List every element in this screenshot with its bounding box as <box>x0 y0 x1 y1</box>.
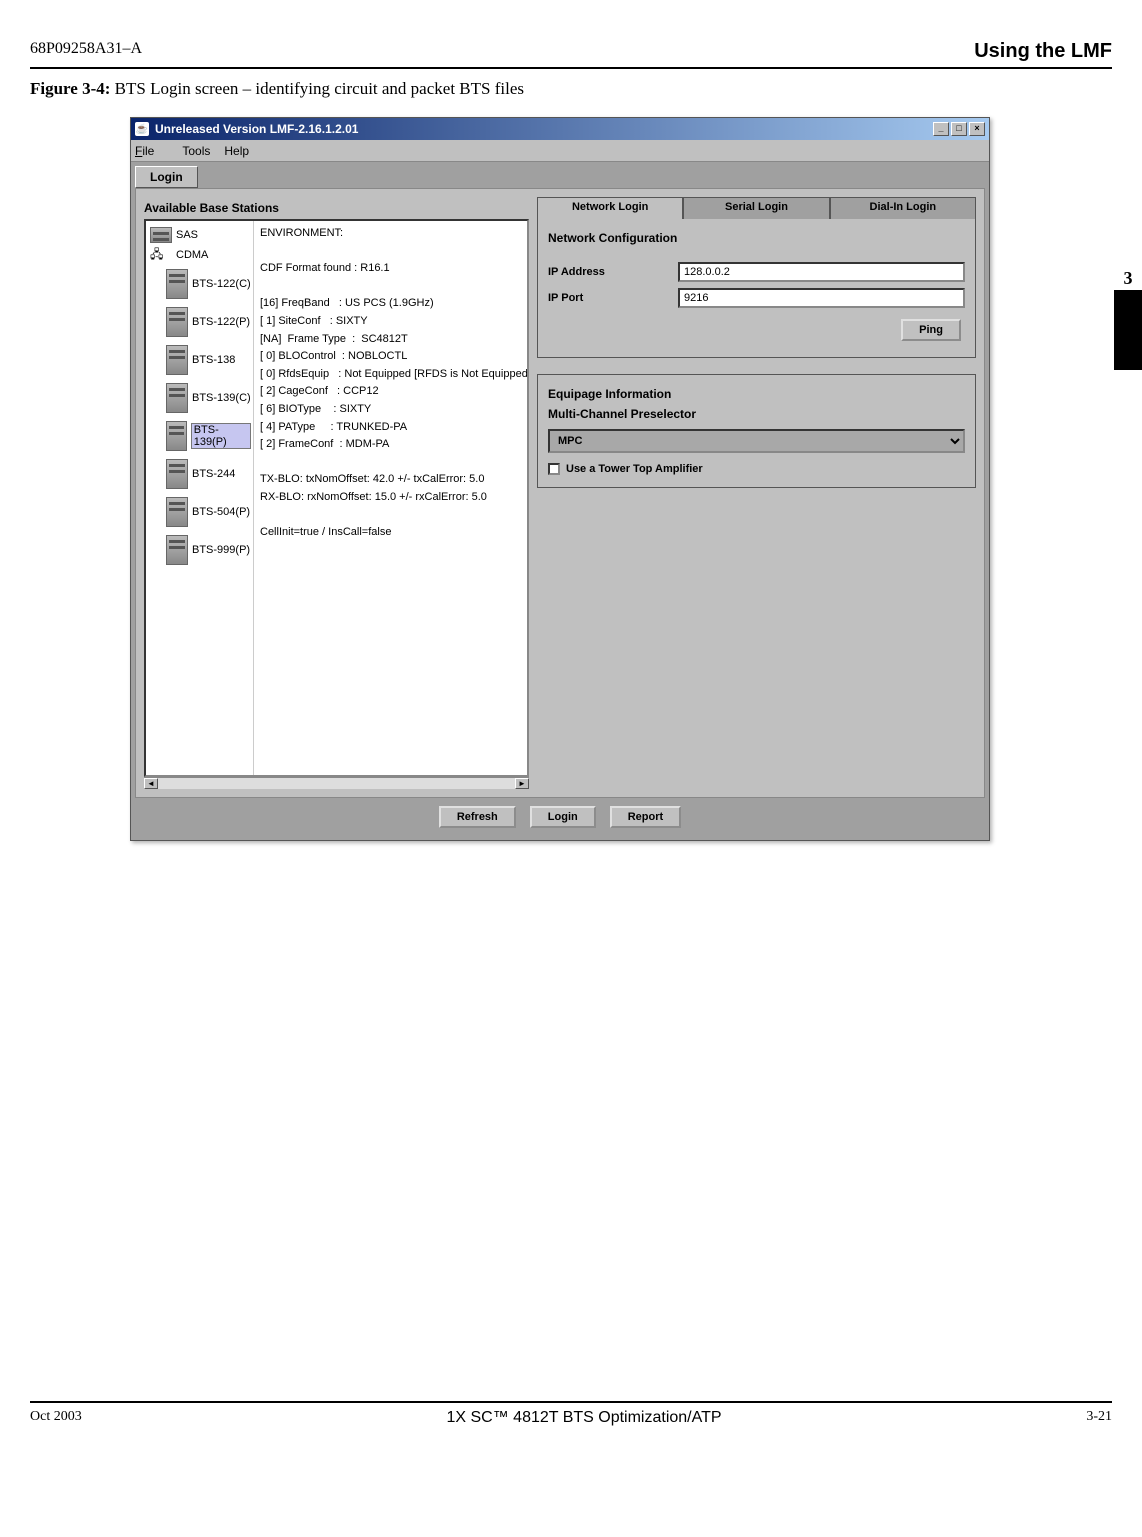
doc-id: 68P09258A31–A <box>30 40 142 63</box>
ip-address-input[interactable] <box>678 262 965 282</box>
bts-icon <box>166 307 188 337</box>
bts-icon <box>166 345 188 375</box>
login-button[interactable]: Login <box>530 806 596 828</box>
bts-icon <box>166 535 188 565</box>
screenshot-window: ☕ Unreleased Version LMF-2.16.1.2.01 _ □… <box>130 117 990 841</box>
java-icon: ☕ <box>135 122 149 136</box>
environment-text: ENVIRONMENT: CDF Format found : R16.1 [1… <box>254 221 527 775</box>
tree-item-selected[interactable]: BTS-139(P) <box>191 423 251 449</box>
window-titlebar: ☕ Unreleased Version LMF-2.16.1.2.01 _ □… <box>131 118 989 140</box>
tta-label: Use a Tower Top Amplifier <box>566 463 703 475</box>
scroll-left-icon[interactable]: ◄ <box>144 778 158 789</box>
equipage-label: Equipage Information <box>548 387 965 401</box>
tta-checkbox[interactable] <box>548 463 560 475</box>
network-config-label: Network Configuration <box>548 231 965 245</box>
scroll-right-icon[interactable]: ► <box>515 778 529 789</box>
maximize-button[interactable]: □ <box>951 122 967 136</box>
tree-root-cdma[interactable]: CDMA <box>176 249 208 261</box>
sas-icon <box>150 227 172 243</box>
figure-caption: Figure 3-4: BTS Login screen – identifyi… <box>30 79 1112 99</box>
tab-login[interactable]: Login <box>135 166 198 188</box>
available-stations-label: Available Base Stations <box>144 201 529 215</box>
cdma-icon: 🖧 <box>150 245 172 266</box>
footer-title: 1X SC™ 4812T BTS Optimization/ATP <box>446 1409 721 1427</box>
window-title: Unreleased Version LMF-2.16.1.2.01 <box>155 122 358 136</box>
tree-item[interactable]: BTS-504(P) <box>192 506 250 518</box>
bts-icon <box>166 269 188 299</box>
tree-item[interactable]: BTS-244 <box>192 468 235 480</box>
tree-item[interactable]: BTS-138 <box>192 354 235 366</box>
tree-scrollbar[interactable]: ◄ ► <box>144 777 529 789</box>
chapter-number: 3 <box>1114 268 1142 289</box>
tab-network-login[interactable]: Network Login <box>537 197 683 219</box>
bts-icon <box>166 497 188 527</box>
tree-root-sas[interactable]: SAS <box>176 229 198 241</box>
bts-icon <box>166 459 188 489</box>
menu-tools[interactable]: Tools <box>182 144 210 158</box>
menu-help[interactable]: Help <box>224 144 249 158</box>
ip-port-input[interactable] <box>678 288 965 308</box>
footer-date: Oct 2003 <box>30 1409 82 1427</box>
tree-item[interactable]: BTS-122(P) <box>192 316 250 328</box>
mcp-label: Multi-Channel Preselector <box>548 407 965 421</box>
figure-text: BTS Login screen – identifying circuit a… <box>115 79 524 98</box>
tree-item[interactable]: BTS-139(C) <box>192 392 251 404</box>
report-button[interactable]: Report <box>610 806 681 828</box>
tree-item[interactable]: BTS-122(C) <box>192 278 251 290</box>
chapter-side-tab: 3 <box>1114 290 1142 370</box>
footer-page: 3-21 <box>1086 1409 1112 1427</box>
network-config-panel: Network Configuration IP Address IP Port… <box>537 219 976 358</box>
tab-dialin-login[interactable]: Dial-In Login <box>830 197 976 219</box>
ip-address-label: IP Address <box>548 266 678 278</box>
ip-port-label: IP Port <box>548 292 678 304</box>
menu-bar: File Tools Help <box>131 140 989 162</box>
bts-icon <box>166 383 188 413</box>
minimize-button[interactable]: _ <box>933 122 949 136</box>
tree-item[interactable]: BTS-999(P) <box>192 544 250 556</box>
section-title: Using the LMF <box>974 40 1112 63</box>
refresh-button[interactable]: Refresh <box>439 806 516 828</box>
stations-tree[interactable]: SAS 🖧CDMA BTS-122(C) BTS-122(P) BTS-138 … <box>144 219 529 777</box>
ping-button[interactable]: Ping <box>901 319 961 341</box>
mcp-select[interactable]: MPC <box>548 429 965 453</box>
close-button[interactable]: × <box>969 122 985 136</box>
menu-file[interactable]: File <box>135 144 168 158</box>
equipage-panel: Equipage Information Multi-Channel Prese… <box>537 374 976 488</box>
bts-icon <box>166 421 187 451</box>
figure-label: Figure 3-4: <box>30 79 110 98</box>
tab-serial-login[interactable]: Serial Login <box>683 197 829 219</box>
